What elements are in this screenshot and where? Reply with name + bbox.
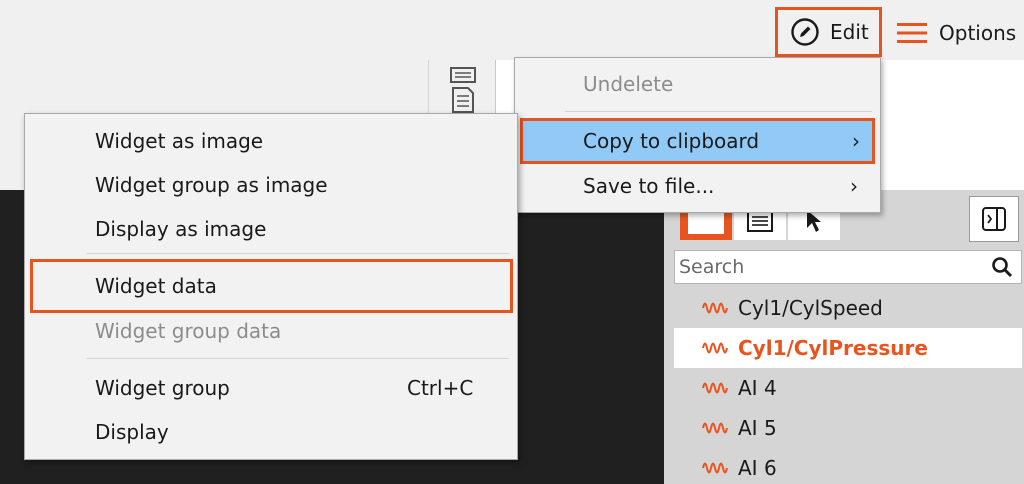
menu-divider	[87, 253, 509, 254]
list-icon	[747, 210, 773, 232]
options-button[interactable]: Options	[897, 14, 1016, 52]
widget-group-as-image-label: Widget group as image	[95, 173, 328, 197]
signal-panel: Cyl1/CylSpeed Cyl1/CylPressure AI 4 AI 5…	[664, 190, 1024, 484]
waveform-icon	[702, 302, 728, 314]
display-menu-item[interactable]: Display	[25, 411, 517, 453]
search-input[interactable]	[675, 256, 975, 278]
waveform-icon	[702, 342, 728, 354]
widget-group-data-label: Widget group data	[95, 319, 282, 343]
edit-menu: Undelete Copy to clipboard › Save to fil…	[514, 57, 881, 213]
widget-group-label: Widget group	[95, 376, 230, 400]
signal-label: AI 5	[738, 416, 777, 440]
widget-data-label: Widget data	[95, 274, 217, 298]
edit-button-label: Edit	[830, 20, 869, 44]
chevron-right-icon: ›	[852, 129, 860, 153]
list-item[interactable]: AI 5	[674, 408, 1022, 448]
signal-label: Cyl1/CylSpeed	[738, 296, 883, 320]
widget-group-shortcut: Ctrl+C	[407, 376, 474, 400]
list-item[interactable]: AI 6	[674, 448, 1022, 484]
widget-data-menu-item[interactable]: Widget data	[30, 259, 513, 313]
display-as-image-label: Display as image	[95, 217, 267, 241]
document-icon	[450, 67, 476, 113]
edit-icon	[791, 18, 819, 46]
search-icon[interactable]	[991, 256, 1013, 278]
undelete-menu-item: Undelete	[515, 64, 880, 104]
list-item[interactable]: Cyl1/CylSpeed	[674, 288, 1022, 328]
display-label: Display	[95, 420, 169, 444]
waveform-icon	[702, 382, 728, 394]
hamburger-icon	[897, 23, 927, 43]
signal-label: Cyl1/CylPressure	[738, 336, 928, 360]
toolbar-divider	[428, 60, 429, 116]
signal-search	[674, 250, 1022, 284]
copy-to-clipboard-menu-item[interactable]: Copy to clipboard ›	[520, 118, 875, 164]
list-item-selected[interactable]: Cyl1/CylPressure	[674, 328, 1022, 368]
copy-to-clipboard-label: Copy to clipboard	[583, 129, 760, 153]
widget-as-image-menu-item[interactable]: Widget as image	[25, 120, 517, 162]
signal-label: AI 6	[738, 456, 777, 480]
edit-button[interactable]: Edit	[775, 7, 882, 57]
panel-toggle-icon	[982, 207, 1006, 231]
display-as-image-menu-item[interactable]: Display as image	[25, 208, 517, 250]
widget-as-image-label: Widget as image	[95, 129, 264, 153]
widget-group-menu-item[interactable]: Widget group Ctrl+C	[25, 367, 517, 409]
undelete-label: Undelete	[583, 72, 674, 96]
chevron-right-icon: ›	[850, 174, 858, 198]
options-button-label: Options	[939, 21, 1017, 45]
menu-divider	[87, 358, 509, 359]
save-to-file-label: Save to file...	[583, 174, 715, 198]
waveform-icon	[702, 422, 728, 434]
menu-divider	[565, 111, 872, 112]
save-to-file-menu-item[interactable]: Save to file... ›	[515, 166, 880, 206]
copy-submenu: Widget as image Widget group as image Di…	[24, 113, 518, 460]
panel-toggle-button[interactable]	[969, 196, 1019, 242]
waveform-icon	[702, 462, 728, 474]
widget-group-data-menu-item: Widget group data	[25, 310, 517, 352]
top-toolbar: Edit Options	[0, 0, 1024, 64]
signal-label: AI 4	[738, 376, 777, 400]
list-item[interactable]: AI 4	[674, 368, 1022, 408]
widget-group-as-image-menu-item[interactable]: Widget group as image	[25, 164, 517, 206]
signal-list: Cyl1/CylSpeed Cyl1/CylPressure AI 4 AI 5…	[674, 288, 1022, 484]
